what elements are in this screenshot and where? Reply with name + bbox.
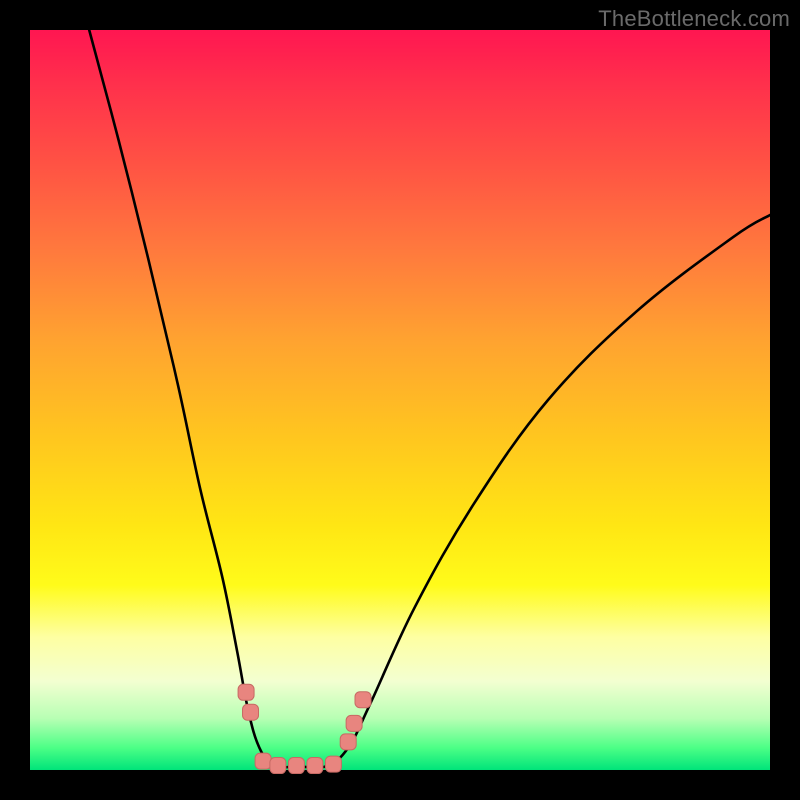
chart-frame: TheBottleneck.com: [0, 0, 800, 800]
curve-marker: [355, 692, 371, 708]
bottleneck-curve-svg: [30, 30, 770, 770]
curve-marker: [243, 704, 259, 720]
curve-marker: [288, 758, 304, 774]
curve-markers: [238, 684, 371, 773]
curve-marker: [270, 758, 286, 774]
curve-marker: [325, 756, 341, 772]
curve-marker: [307, 758, 323, 774]
curve-marker: [255, 753, 271, 769]
curve-marker: [238, 684, 254, 700]
bottleneck-curve-path: [89, 30, 770, 768]
watermark-text: TheBottleneck.com: [598, 6, 790, 32]
curve-marker: [346, 715, 362, 731]
plot-area: [30, 30, 770, 770]
curve-marker: [340, 734, 356, 750]
